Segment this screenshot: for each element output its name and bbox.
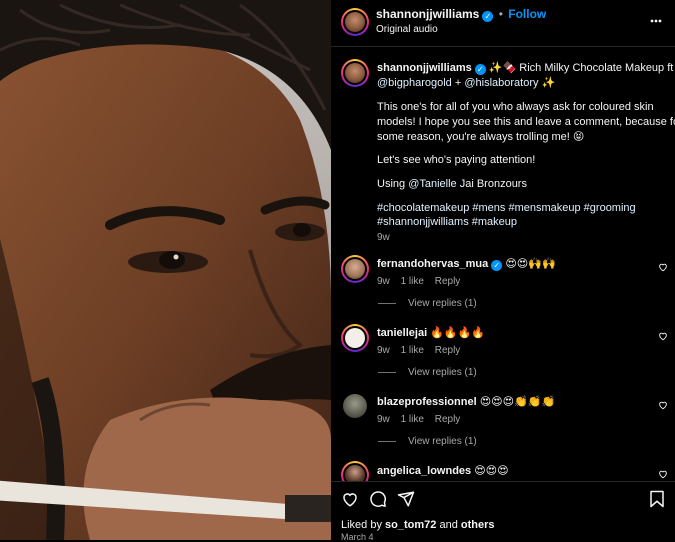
using-prefix: Using	[377, 178, 406, 190]
post-actions-bar: Liked by so_tom72 and others March 4	[331, 481, 675, 542]
comment-username[interactable]: taniellejai	[377, 327, 427, 339]
mention-link[interactable]: @bigpharogold	[377, 77, 452, 89]
comment-age: 9w	[377, 276, 390, 287]
follow-button[interactable]: Follow	[508, 7, 546, 21]
bookmark-icon[interactable]	[649, 490, 665, 508]
using-suffix: Jai Bronzours	[459, 178, 527, 190]
send-icon[interactable]	[397, 490, 415, 508]
comment-age: 9w	[377, 345, 390, 356]
comment-likes[interactable]: 1 like	[401, 345, 424, 356]
caption-line: This one's for all of you who always ask…	[377, 101, 654, 113]
separator-dot: •	[498, 7, 503, 21]
comment-text: 😍😍🙌🙌	[505, 258, 556, 270]
caption-username[interactable]: shannonjjwilliams	[377, 62, 472, 74]
comment-username[interactable]: fernandohervas_mua	[377, 258, 488, 270]
reply-button[interactable]: Reply	[435, 276, 461, 287]
heart-icon[interactable]	[658, 262, 668, 272]
verified-badge-icon: ✓	[491, 260, 503, 271]
mention-link[interactable]: @Tanielle	[408, 178, 456, 190]
reel-video[interactable]	[0, 0, 331, 540]
hashtags[interactable]: #shannonjjwilliams #makeup	[377, 214, 517, 230]
comment-likes[interactable]: 1 like	[401, 414, 424, 425]
liked-by-user[interactable]: so_tom72	[385, 519, 436, 531]
caption-title-emoji-suffix: ✨	[541, 77, 556, 89]
heart-icon[interactable]	[658, 400, 668, 410]
comment-age: 9w	[377, 414, 390, 425]
comment-text: 🔥🔥🔥🔥	[430, 327, 485, 339]
video-frame-face	[0, 0, 331, 540]
comment-username[interactable]: angelica_lowndes	[377, 465, 471, 477]
heart-icon[interactable]	[341, 490, 359, 508]
mention-link[interactable]: @hislaboratory	[464, 77, 538, 89]
caption-avatar[interactable]	[341, 59, 369, 87]
caption-title-emoji: ✨🍫	[488, 62, 517, 74]
comment-icon[interactable]	[369, 490, 387, 508]
post-panel: shannonjjwilliams ✓ • Follow Original aud…	[331, 0, 675, 542]
caption-line: some reason, you're always trolling me! …	[377, 131, 585, 143]
more-horizontal-icon[interactable]	[649, 14, 663, 28]
verified-badge-icon: ✓	[474, 64, 486, 75]
author-username[interactable]: shannonjjwilliams	[376, 7, 479, 21]
commenter-avatar[interactable]	[341, 324, 369, 352]
heart-icon[interactable]	[658, 331, 668, 341]
caption-line: models! I hope you see this and leave a …	[377, 116, 675, 128]
commenter-avatar[interactable]	[343, 394, 367, 418]
commenter-avatar[interactable]	[341, 255, 369, 283]
comment-username[interactable]: blazeprofessionnel	[377, 396, 477, 408]
caption-title: Rich Milky Chocolate Makeup ft	[519, 62, 674, 74]
post-date: March 4	[341, 532, 374, 542]
view-replies-button[interactable]: View replies (1)	[378, 367, 477, 378]
audio-label[interactable]: Original audio	[376, 22, 438, 38]
comment-likes[interactable]: 1 like	[401, 276, 424, 287]
reply-button[interactable]: Reply	[435, 345, 461, 356]
verified-badge-icon: ✓	[482, 11, 494, 22]
liked-by-and: and	[439, 519, 458, 531]
view-replies-button[interactable]: View replies (1)	[378, 298, 477, 309]
view-replies-button[interactable]: View replies (1)	[378, 436, 477, 447]
caption-line: Let's see who's paying attention!	[377, 154, 536, 166]
post-header: shannonjjwilliams ✓ • Follow Original aud…	[331, 0, 675, 47]
heart-icon[interactable]	[658, 469, 668, 479]
caption-age: 9w	[377, 232, 390, 243]
comment-text: 😍😍😍👏👏👏	[479, 396, 556, 408]
comment-text: 😍😍😍	[474, 465, 509, 477]
liked-by-prefix: Liked by	[341, 519, 382, 531]
reply-button[interactable]: Reply	[435, 414, 461, 425]
liked-by-others[interactable]: others	[461, 519, 495, 531]
author-avatar[interactable]	[341, 8, 369, 36]
plus-text: +	[454, 77, 462, 89]
